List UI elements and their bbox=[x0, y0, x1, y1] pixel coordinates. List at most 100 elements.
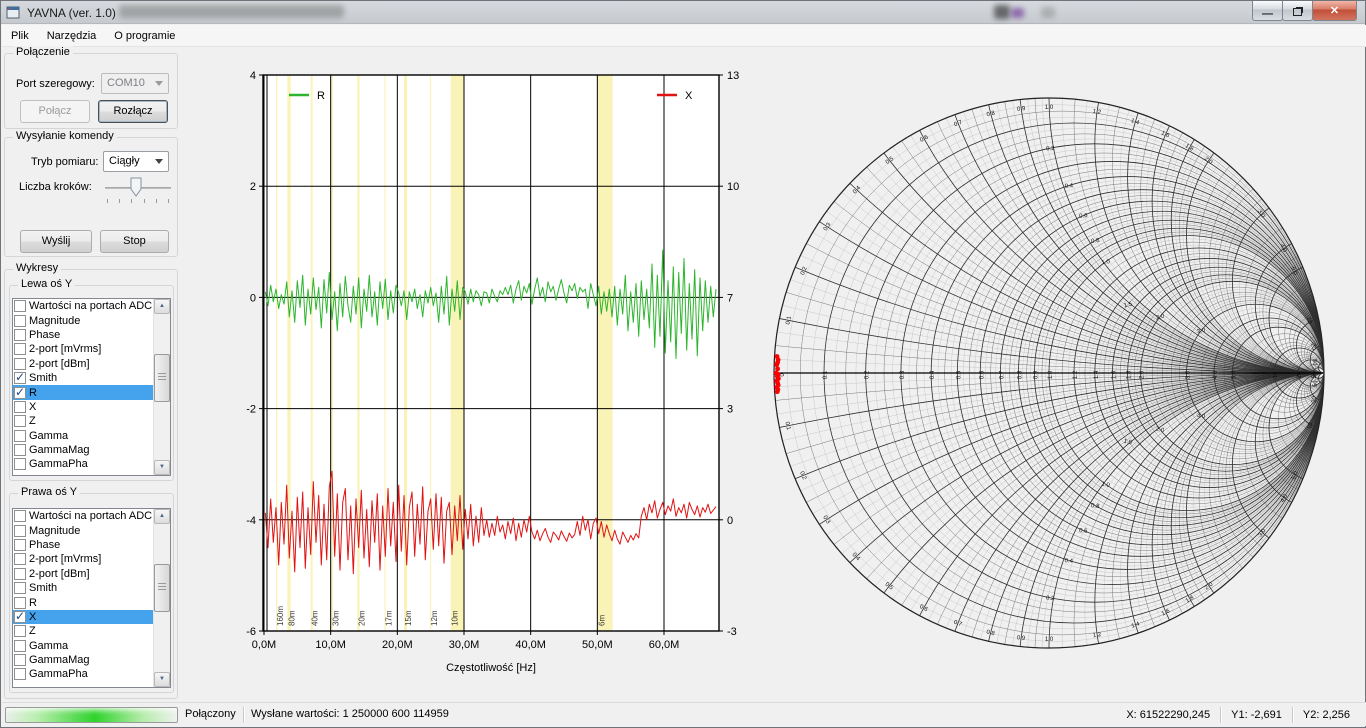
list-item[interactable]: Gamma bbox=[13, 639, 170, 653]
scrollbar[interactable]: ▲▼ bbox=[153, 299, 170, 475]
svg-text:4: 4 bbox=[250, 70, 256, 82]
list-item[interactable]: 2-port [mVrms] bbox=[13, 342, 170, 356]
measure-mode-select[interactable]: Ciągły bbox=[103, 151, 169, 172]
serial-port-label: Port szeregowy: bbox=[16, 78, 95, 90]
svg-text:17m: 17m bbox=[384, 610, 393, 626]
checkbox[interactable] bbox=[14, 553, 26, 565]
send-button[interactable]: Wyślij bbox=[20, 230, 92, 253]
stop-button[interactable]: Stop bbox=[100, 230, 169, 253]
checkbox[interactable] bbox=[14, 668, 26, 680]
menu-narzedzia[interactable]: Narzędzia bbox=[38, 27, 106, 45]
checkbox[interactable] bbox=[14, 315, 26, 327]
list-item[interactable]: Smith bbox=[13, 581, 170, 595]
svg-text:1.6: 1.6 bbox=[1160, 130, 1171, 139]
checkbox[interactable] bbox=[14, 401, 26, 413]
checkbox[interactable] bbox=[14, 329, 26, 341]
checkbox[interactable] bbox=[14, 430, 26, 442]
svg-text:10m: 10m bbox=[451, 610, 460, 626]
svg-text:40m: 40m bbox=[311, 610, 320, 626]
list-item[interactable]: Magnitude bbox=[13, 313, 170, 327]
smith-chart: 00.10.20.30.40.50.60.70.80.91.01.21.41.6… bbox=[766, 89, 1336, 659]
svg-text:50: 50 bbox=[1313, 380, 1319, 388]
list-item-label: Smith bbox=[29, 582, 57, 594]
checkbox[interactable] bbox=[14, 640, 26, 652]
command-group-label: Wysyłanie komendy bbox=[13, 130, 117, 142]
menu-o-programie[interactable]: O programie bbox=[105, 27, 184, 45]
checkbox[interactable] bbox=[14, 539, 26, 551]
checkbox[interactable] bbox=[14, 415, 26, 427]
svg-text:1.2: 1.2 bbox=[1073, 370, 1079, 379]
list-item[interactable]: ✓Smith bbox=[13, 371, 170, 385]
list-item[interactable]: GammaPha bbox=[13, 667, 170, 681]
list-item[interactable]: Wartości na portach ADC bbox=[13, 299, 170, 313]
scrollbar[interactable]: ▲▼ bbox=[153, 509, 170, 687]
list-item[interactable]: Z bbox=[13, 624, 170, 638]
list-item[interactable]: Phase bbox=[13, 328, 170, 342]
list-item[interactable]: GammaMag bbox=[13, 653, 170, 667]
list-item-label: Gamma bbox=[29, 430, 68, 442]
list-item[interactable]: 2-port [dBm] bbox=[13, 567, 170, 581]
list-item[interactable]: GammaPha bbox=[13, 457, 170, 471]
checkbox[interactable] bbox=[14, 625, 26, 637]
list-item[interactable]: Gamma bbox=[13, 429, 170, 443]
maximize-button[interactable] bbox=[1282, 1, 1313, 21]
svg-text:0.6: 0.6 bbox=[1079, 528, 1089, 535]
title-bar: YAVNA (ver. 1.0) — ✕ bbox=[1, 1, 1365, 24]
list-item[interactable]: R bbox=[13, 595, 170, 609]
checkbox[interactable] bbox=[14, 458, 26, 470]
svg-text:-3: -3 bbox=[727, 626, 737, 638]
list-item-label: Z bbox=[29, 625, 36, 637]
list-item[interactable]: Phase bbox=[13, 538, 170, 552]
checkbox[interactable]: ✓ bbox=[14, 387, 26, 399]
list-item[interactable]: ✓R bbox=[13, 385, 170, 399]
svg-text:0.4: 0.4 bbox=[930, 370, 936, 379]
close-button[interactable]: ✕ bbox=[1312, 1, 1357, 21]
right-axis-listbox: Wartości na portach ADCMagnitudePhase2-p… bbox=[12, 508, 171, 688]
checkbox[interactable]: ✓ bbox=[14, 611, 26, 623]
list-item[interactable]: GammaMag bbox=[13, 443, 170, 457]
svg-text:0.4: 0.4 bbox=[1064, 558, 1073, 565]
checkbox[interactable] bbox=[14, 654, 26, 666]
checkbox[interactable] bbox=[14, 510, 26, 522]
list-item[interactable]: ✓X bbox=[13, 610, 170, 624]
svg-text:0.3: 0.3 bbox=[821, 515, 831, 526]
svg-text:0.6: 0.6 bbox=[919, 134, 930, 144]
svg-text:0.5: 0.5 bbox=[884, 582, 895, 592]
scroll-down-button[interactable]: ▼ bbox=[154, 460, 170, 475]
svg-text:1.6: 1.6 bbox=[1161, 608, 1172, 617]
list-item[interactable]: Z bbox=[13, 414, 170, 428]
scroll-thumb[interactable] bbox=[154, 564, 170, 612]
checkbox[interactable] bbox=[14, 525, 26, 537]
list-item-label: X bbox=[29, 611, 36, 623]
scroll-thumb[interactable] bbox=[154, 354, 170, 402]
list-item[interactable]: Magnitude bbox=[13, 523, 170, 537]
minimize-button[interactable]: — bbox=[1252, 1, 1283, 21]
connect-button[interactable]: Połącz bbox=[20, 100, 90, 123]
list-item[interactable]: 2-port [mVrms] bbox=[13, 552, 170, 566]
scroll-up-button[interactable]: ▲ bbox=[154, 299, 170, 314]
list-item[interactable]: Wartości na portach ADC bbox=[13, 509, 170, 523]
list-item[interactable]: 2-port [dBm] bbox=[13, 357, 170, 371]
checkbox[interactable] bbox=[14, 358, 26, 370]
checkbox[interactable] bbox=[14, 568, 26, 580]
checkbox[interactable] bbox=[14, 444, 26, 456]
checkbox[interactable] bbox=[14, 300, 26, 312]
checkbox[interactable] bbox=[14, 597, 26, 609]
menu-plik[interactable]: Plik bbox=[2, 27, 38, 45]
checkbox[interactable]: ✓ bbox=[14, 372, 26, 384]
svg-text:20: 20 bbox=[1309, 343, 1316, 351]
disconnect-button[interactable]: Rozłącz bbox=[98, 100, 168, 123]
steps-slider-thumb[interactable] bbox=[130, 177, 142, 197]
legend-X-label: X bbox=[685, 90, 693, 102]
serial-port-select[interactable]: COM10 bbox=[101, 73, 169, 94]
scroll-up-button[interactable]: ▲ bbox=[154, 509, 170, 524]
svg-text:0.2: 0.2 bbox=[1046, 146, 1055, 152]
list-item[interactable]: X bbox=[13, 400, 170, 414]
scroll-down-button[interactable]: ▼ bbox=[154, 672, 170, 687]
svg-text:0.8: 0.8 bbox=[986, 630, 996, 638]
checkbox[interactable] bbox=[14, 343, 26, 355]
svg-text:0.8: 0.8 bbox=[1017, 370, 1023, 379]
svg-text:0.8: 0.8 bbox=[1091, 238, 1101, 245]
list-item-label: R bbox=[29, 387, 37, 399]
checkbox[interactable] bbox=[14, 582, 26, 594]
